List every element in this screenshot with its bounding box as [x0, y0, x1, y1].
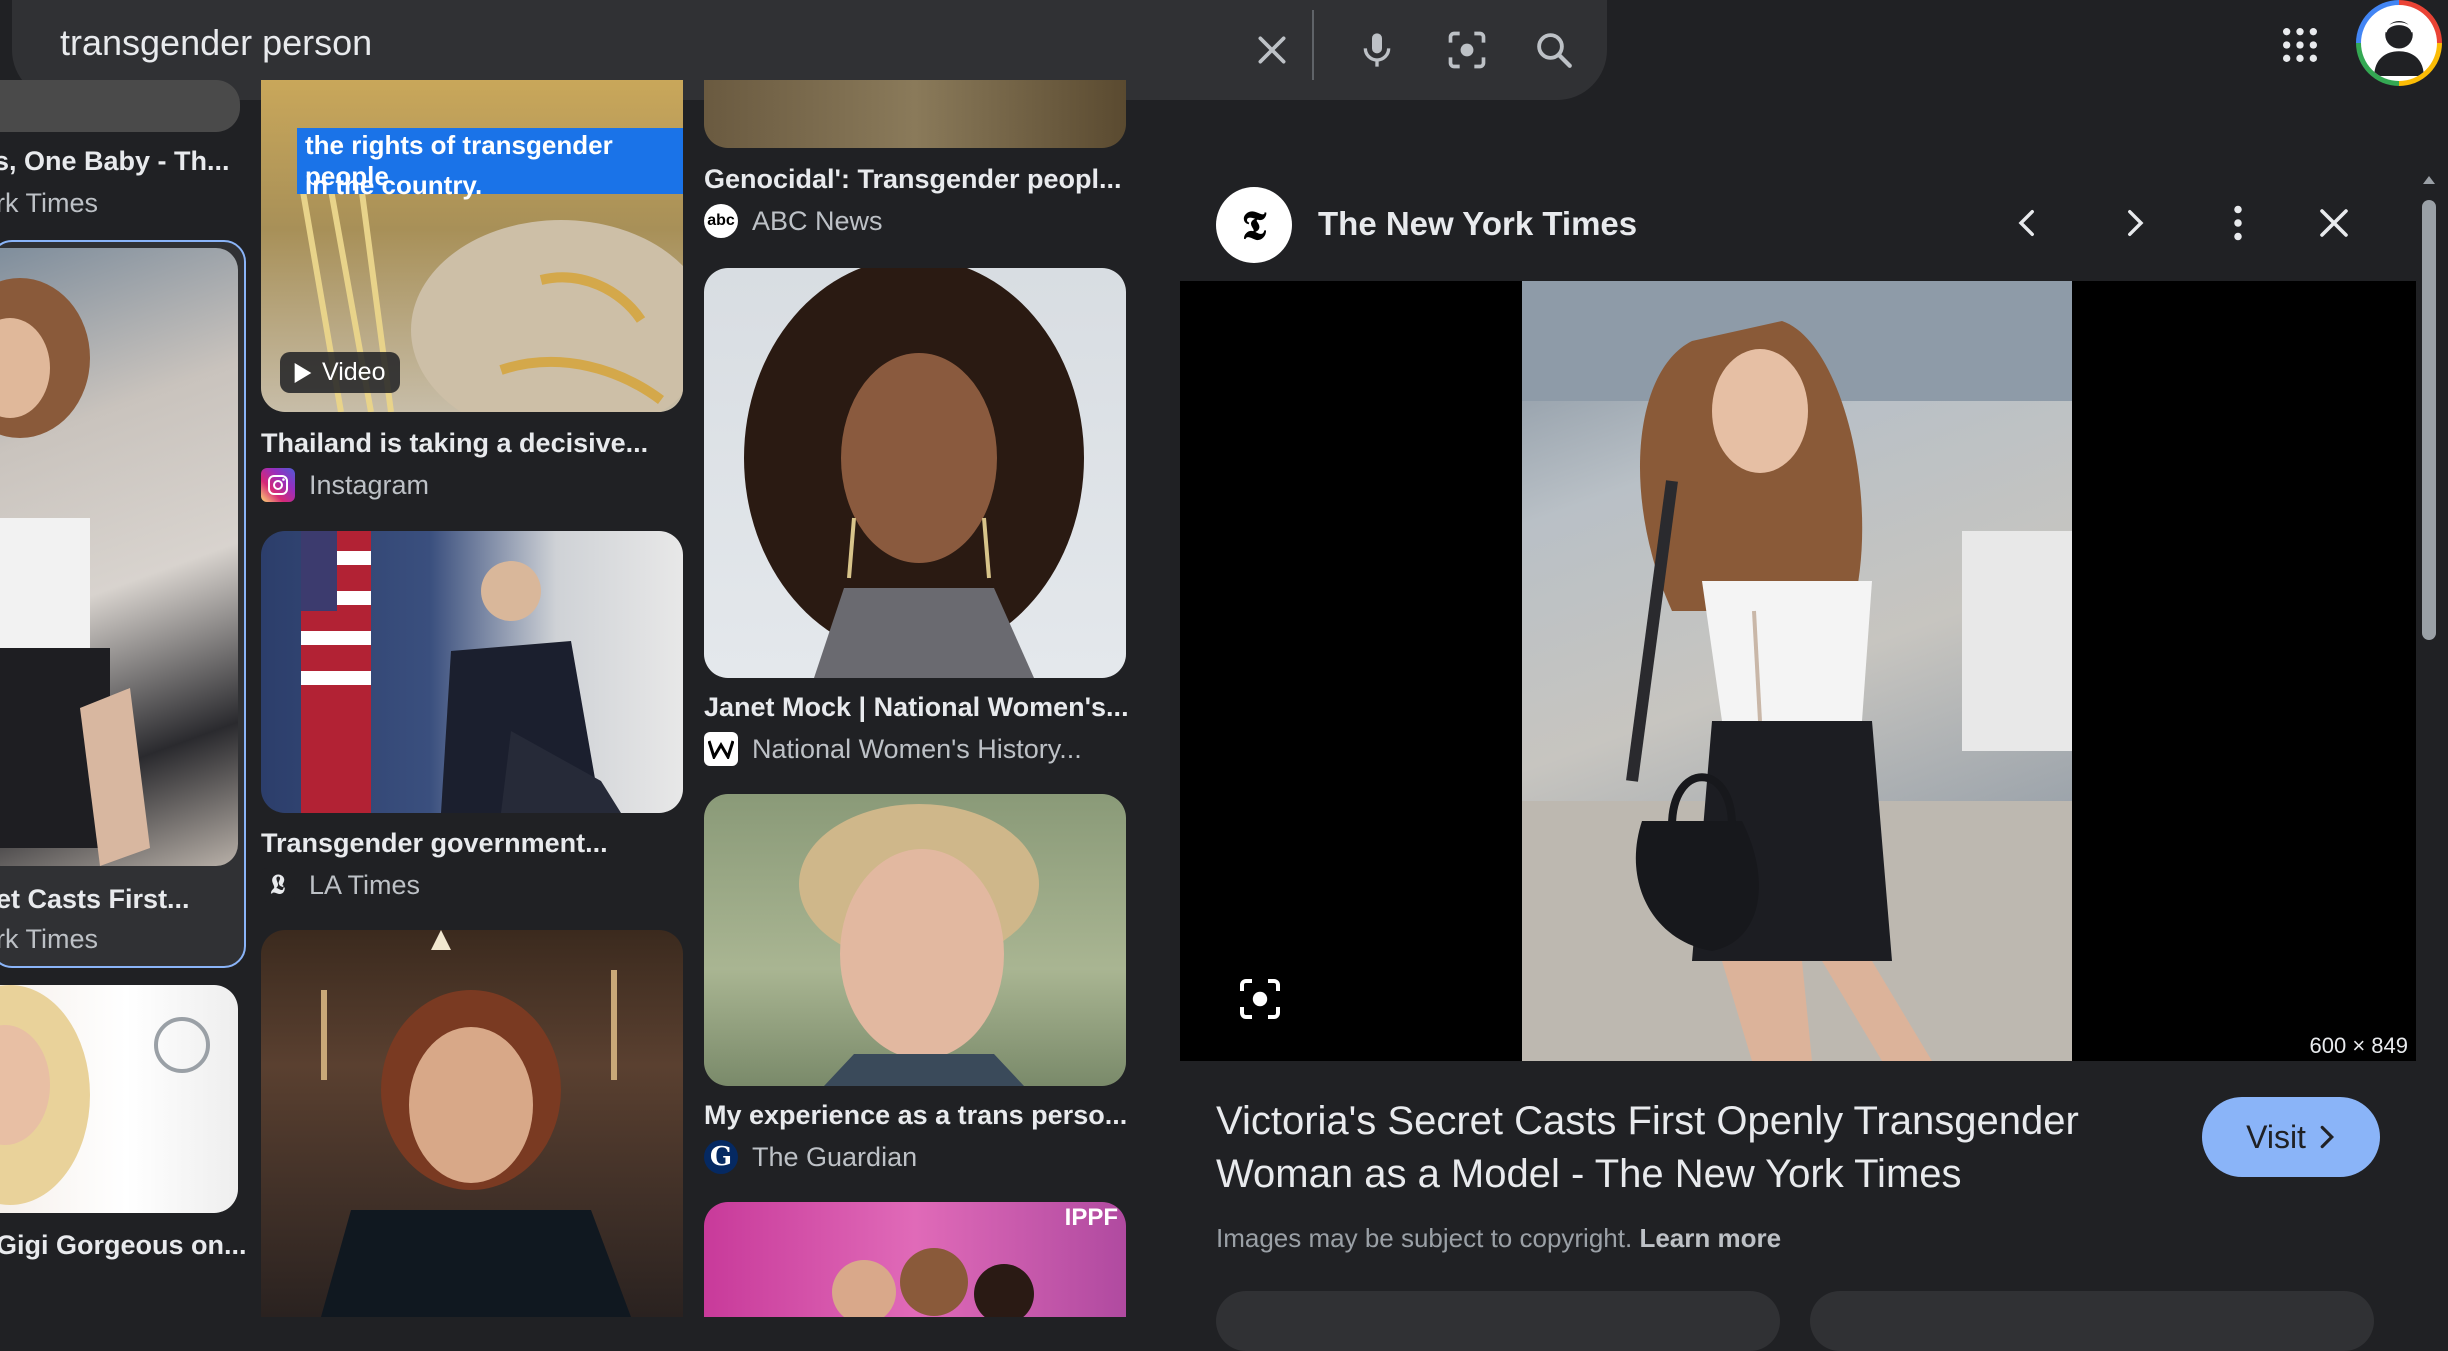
learn-more-link[interactable]: Learn more	[1639, 1223, 1781, 1253]
result-source: abc ABC News	[704, 204, 883, 238]
panel-source-name[interactable]: The New York Times	[1318, 205, 1637, 243]
chevron-right-icon	[2320, 1125, 2334, 1149]
result-source: National Women's History...	[704, 732, 1082, 766]
next-icon[interactable]	[2104, 193, 2164, 253]
scroll-up-icon	[2423, 176, 2435, 184]
result-image[interactable]	[261, 930, 683, 1317]
video-overlay-caption-2: in the country.	[305, 170, 482, 201]
video-badge: Video	[280, 352, 400, 393]
result-source-name: rk Times	[0, 924, 99, 954]
result-title[interactable]: Janet Mock | National Women's...	[704, 692, 1129, 723]
visit-label: Visit	[2246, 1118, 2306, 1155]
more-options-icon[interactable]	[2208, 193, 2268, 253]
result-image[interactable]	[704, 268, 1126, 678]
image-dimensions: 600 × 849	[2309, 1033, 2408, 1058]
result-image[interactable]	[704, 794, 1126, 1086]
copyright-text: Images may be subject to copyright.	[1216, 1223, 1633, 1253]
ippf-watermark: IPPF	[1064, 1204, 1118, 1231]
result-title[interactable]: Genocidal': Transgender peopl...	[704, 164, 1122, 195]
result-source-name: LA Times	[309, 869, 421, 900]
result-title[interactable]: My experience as a trans perso...	[704, 1100, 1127, 1131]
scrollbar-thumb[interactable]	[2422, 200, 2436, 640]
abc-news-icon: abc	[704, 204, 738, 238]
panel-header: 𝕿 The New York Times	[1180, 165, 2416, 281]
share-button[interactable]	[1216, 1291, 1780, 1351]
result-image-selected[interactable]	[0, 248, 238, 866]
google-apps-icon[interactable]	[2270, 15, 2330, 75]
lens-camera-icon[interactable]	[1437, 20, 1497, 80]
result-source-name: National Women's History...	[752, 733, 1082, 764]
panel-scrollbar[interactable]	[2418, 170, 2440, 1317]
nwhm-icon	[704, 732, 738, 766]
preview-image-area[interactable]: 600 × 849	[1180, 281, 2416, 1061]
clear-icon[interactable]	[1242, 20, 1302, 80]
result-source-name: ABC News	[752, 205, 883, 236]
result-source: Instagram	[261, 468, 429, 502]
microphone-icon[interactable]	[1347, 20, 1407, 80]
previous-icon[interactable]	[1998, 193, 2058, 253]
result-title[interactable]: Transgender government...	[261, 828, 608, 859]
preview-title-link[interactable]: Victoria's Secret Casts First Openly Tra…	[1216, 1095, 2096, 1201]
result-source: rk Times	[0, 924, 98, 955]
result-image[interactable]	[0, 985, 238, 1213]
result-source-name: The Guardian	[752, 1141, 918, 1172]
result-source: 𝕷 LA Times	[261, 868, 420, 902]
instagram-icon	[261, 468, 295, 502]
result-source-name: rk Times	[0, 188, 99, 218]
play-icon	[294, 362, 312, 383]
result-image[interactable]: IPPF	[704, 1202, 1126, 1317]
copyright-notice: Images may be subject to copyright. Lear…	[1216, 1223, 1781, 1254]
nyt-logo[interactable]: 𝕿	[1216, 187, 1292, 263]
result-title[interactable]: s, One Baby - Th...	[0, 146, 230, 177]
close-icon[interactable]	[2304, 193, 2364, 253]
guardian-icon: G	[704, 1140, 738, 1174]
visit-button[interactable]: Visit	[2202, 1097, 2380, 1177]
result-title[interactable]: et Casts First...	[0, 884, 190, 915]
result-image[interactable]	[0, 80, 240, 132]
video-badge-label: Video	[322, 358, 386, 386]
image-preview-panel: 𝕿 The New York Times 600 × 849 Victoria'…	[1180, 165, 2416, 1351]
result-source: G The Guardian	[704, 1140, 917, 1174]
overlay-line: in the country.	[305, 170, 483, 200]
result-image[interactable]	[704, 80, 1126, 148]
result-title[interactable]: Gigi Gorgeous on...	[0, 1230, 247, 1261]
search-divider	[1312, 10, 1314, 80]
result-source-name: Instagram	[309, 469, 430, 500]
result-image[interactable]	[261, 531, 683, 813]
result-title[interactable]: Thailand is taking a decisive...	[261, 428, 648, 459]
search-icon[interactable]	[1524, 20, 1584, 80]
preview-image[interactable]	[1522, 281, 2072, 1061]
la-times-icon: 𝕷	[261, 868, 295, 902]
result-source: rk Times	[0, 188, 98, 219]
lens-search-icon[interactable]	[1228, 967, 1292, 1031]
save-button[interactable]	[1810, 1291, 2374, 1351]
account-avatar[interactable]	[2356, 0, 2442, 86]
search-input[interactable]: transgender person	[60, 22, 372, 64]
